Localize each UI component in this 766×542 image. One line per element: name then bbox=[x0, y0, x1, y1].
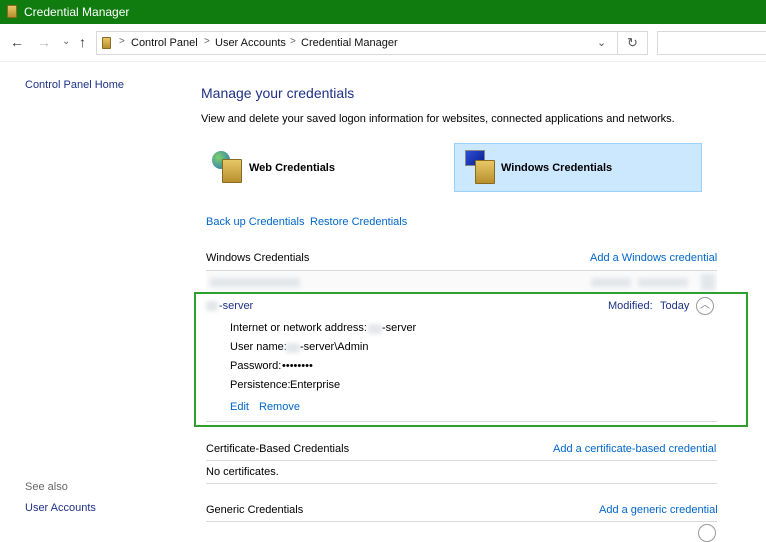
add-certificate-credential-link[interactable]: Add a certificate-based credential bbox=[553, 443, 716, 455]
recent-locations-button[interactable]: ⌄ bbox=[62, 36, 70, 47]
breadcrumb-control-panel[interactable]: Control Panel bbox=[131, 37, 198, 49]
generic-credentials-heading: Generic Credentials bbox=[206, 504, 304, 516]
persistence-value: Enterprise bbox=[290, 379, 341, 391]
credential-item-expanded: -server Modified: Today ︿ Internet or ne… bbox=[206, 297, 717, 421]
sidebar-control-panel-home[interactable]: Control Panel Home bbox=[25, 79, 124, 91]
back-button[interactable]: ← bbox=[10, 34, 24, 50]
web-credentials-label: Web Credentials bbox=[249, 162, 335, 174]
up-button[interactable]: ↑ bbox=[79, 34, 86, 50]
address-bar[interactable]: > Control Panel > User Accounts > Creden… bbox=[96, 31, 618, 55]
see-also-label: See also bbox=[25, 481, 68, 493]
restore-credentials-link[interactable]: Restore Credentials bbox=[310, 216, 407, 228]
collapse-chevron-icon[interactable]: ︿ bbox=[696, 297, 714, 315]
windows-credentials-tile[interactable]: Windows Credentials bbox=[454, 143, 702, 192]
windows-credentials-heading: Windows Credentials bbox=[206, 252, 310, 264]
web-credentials-tile[interactable]: Web Credentials bbox=[205, 143, 453, 192]
vault-icon bbox=[222, 159, 242, 183]
address-value: -server bbox=[382, 322, 417, 334]
username-label: User name: bbox=[230, 341, 287, 353]
credential-manager-icon bbox=[7, 5, 17, 18]
address-label: Internet or network address: bbox=[230, 322, 367, 334]
modified-value: Today bbox=[660, 300, 690, 312]
password-label: Password: bbox=[230, 360, 282, 372]
certificate-credentials-heading: Certificate-Based Credentials bbox=[206, 443, 350, 455]
refresh-button[interactable]: ↻ bbox=[618, 31, 648, 55]
page-description: View and delete your saved logon informa… bbox=[201, 113, 675, 125]
modified-label: Modified: bbox=[608, 300, 653, 312]
expand-chevron-icon[interactable] bbox=[698, 524, 716, 542]
search-input[interactable] bbox=[657, 31, 766, 55]
windows-credentials-label: Windows Credentials bbox=[501, 162, 613, 174]
credential-name[interactable]: -server bbox=[219, 300, 253, 312]
title-bar: Credential Manager bbox=[0, 0, 766, 24]
persistence-label: Persistence: bbox=[230, 379, 291, 391]
no-certificates-text: No certificates. bbox=[206, 466, 279, 478]
add-generic-credential-link[interactable]: Add a generic credential bbox=[599, 504, 718, 516]
credential-row-blurred[interactable] bbox=[206, 271, 717, 293]
control-panel-icon bbox=[102, 37, 111, 49]
breadcrumb-credential-manager[interactable]: Credential Manager bbox=[301, 37, 398, 49]
breadcrumb-user-accounts[interactable]: User Accounts bbox=[215, 37, 286, 49]
password-value: •••••••• bbox=[282, 360, 313, 372]
edit-link[interactable]: Edit bbox=[230, 401, 249, 413]
sidebar-user-accounts[interactable]: User Accounts bbox=[25, 502, 96, 514]
page-title: Manage your credentials bbox=[201, 85, 355, 101]
remove-link[interactable]: Remove bbox=[259, 401, 300, 413]
address-dropdown-icon[interactable]: ⌄ bbox=[597, 36, 606, 49]
window-title: Credential Manager bbox=[24, 5, 130, 19]
backup-credentials-link[interactable]: Back up Credentials bbox=[206, 216, 304, 228]
forward-button[interactable]: → bbox=[37, 34, 51, 50]
add-windows-credential-link[interactable]: Add a Windows credential bbox=[590, 252, 717, 264]
vault-icon bbox=[475, 160, 495, 184]
username-value: -server\Admin bbox=[300, 341, 369, 353]
